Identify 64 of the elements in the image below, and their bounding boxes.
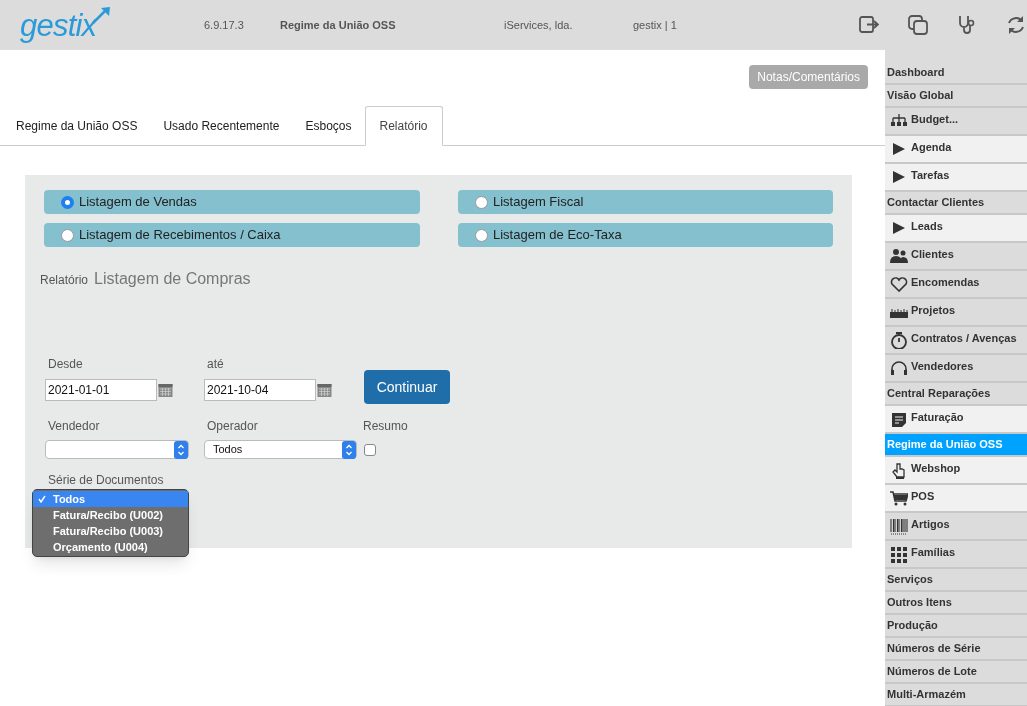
- version-text: 6.9.17.3: [204, 17, 245, 33]
- menu-option[interactable]: Fatura/Recibo (U003): [33, 523, 188, 539]
- calendar-icon: [317, 382, 332, 398]
- field-label: Desde: [48, 356, 84, 373]
- tab[interactable]: Relatório: [364, 106, 443, 146]
- stopwatch-icon: [890, 331, 908, 349]
- report-title: Listagem de Compras: [94, 269, 251, 289]
- radio-button[interactable]: [475, 195, 488, 209]
- calendar-icon: [158, 382, 173, 398]
- sidebar-item[interactable]: POS: [885, 485, 1027, 513]
- copy-button[interactable]: [908, 15, 928, 35]
- refresh-button[interactable]: [1006, 15, 1026, 35]
- tab[interactable]: Regime da União OSS: [3, 106, 151, 145]
- copy-icon: [908, 15, 928, 35]
- barcode-icon: [890, 517, 908, 535]
- field-label: Vendedor: [48, 418, 101, 435]
- sidebar-item[interactable]: Faturação: [885, 406, 1027, 434]
- field-label: Operador: [207, 418, 259, 435]
- field-label: Série de Documentos: [48, 472, 164, 489]
- cart-icon: [890, 489, 908, 507]
- sidebar-item[interactable]: Leads: [885, 215, 1027, 243]
- chevron-icon: [174, 440, 188, 459]
- radio-option[interactable]: Listagem Fiscal: [458, 190, 833, 214]
- logo-text: gestix: [20, 9, 97, 41]
- select-value: Todos: [213, 442, 243, 458]
- people-icon: [890, 247, 908, 265]
- report-label: Relatório: [40, 272, 89, 289]
- tab[interactable]: Esboços: [292, 106, 365, 145]
- heart-icon: [890, 275, 908, 293]
- radio-option[interactable]: Listagem de Vendas: [44, 190, 420, 214]
- logout-button[interactable]: [859, 15, 879, 35]
- stethoscope-icon: [957, 15, 977, 35]
- note-icon: [890, 410, 908, 428]
- stethoscope-button[interactable]: [957, 15, 977, 35]
- field-label: até: [207, 356, 225, 373]
- menu-option[interactable]: Orçamento (U004): [33, 539, 188, 555]
- module-title: Regime da União OSS: [280, 17, 397, 33]
- user-name: gestix | 1: [633, 17, 678, 33]
- radio-button[interactable]: [61, 228, 74, 242]
- logout-icon: [859, 15, 879, 35]
- radio-option[interactable]: Listagem de Eco-Taxa: [458, 223, 833, 247]
- pointing-hand-icon: [890, 461, 908, 479]
- date-field[interactable]: 2021-01-01: [45, 379, 157, 401]
- sidebar-item[interactable]: Tarefas: [885, 164, 1027, 192]
- select-field[interactable]: [45, 440, 189, 459]
- radio-button[interactable]: [61, 195, 74, 209]
- menu-option[interactable]: Fatura/Recibo (U002): [33, 507, 188, 523]
- select-field[interactable]: Todos: [204, 440, 357, 459]
- date-field[interactable]: 2021-10-04: [204, 379, 316, 401]
- field-label: Resumo: [363, 418, 408, 435]
- sidebar-item[interactable]: Webshop: [885, 457, 1027, 485]
- headset-icon: [890, 359, 908, 377]
- sidebar-item[interactable]: Agenda: [885, 136, 1027, 164]
- radio-button[interactable]: [475, 228, 488, 242]
- menu-option[interactable]: Todos: [33, 491, 188, 507]
- refresh-icon: [1006, 15, 1026, 35]
- chevron-icon: [342, 440, 356, 459]
- check-icon: [38, 495, 46, 503]
- tab[interactable]: Usado Recentemente: [150, 106, 293, 145]
- grid-icon: [890, 545, 908, 563]
- radio-option[interactable]: Listagem de Recebimentos / Caixa: [44, 223, 420, 247]
- summary-checkbox[interactable]: [364, 443, 376, 456]
- company-name: iServices, lda.: [504, 17, 574, 33]
- continue-button[interactable]: Continuar: [364, 370, 450, 404]
